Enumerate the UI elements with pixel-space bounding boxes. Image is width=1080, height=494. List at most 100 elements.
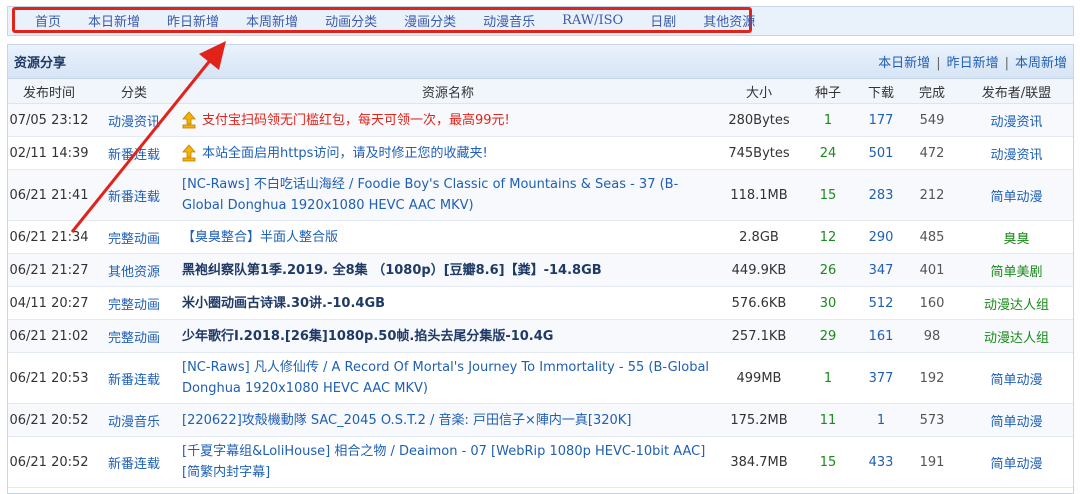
resource-title-link[interactable]: 米小圈动画古诗课.30讲.-10.4GB (178, 286, 718, 320)
cell-downloads[interactable]: 433 (856, 436, 906, 488)
cell-seeds: 1 (800, 352, 856, 404)
cell-size: 745Bytes (718, 136, 800, 170)
cell-seeds: 1 (800, 103, 856, 137)
cell-category[interactable]: 完整动画 (90, 220, 178, 254)
pin-icon (182, 144, 196, 162)
cell-downloads[interactable]: 290 (856, 220, 906, 254)
resource-panel: 资源分享 本日新增 | 昨日新增 | 本周新增 发布时间 分类 资源名称 大小 种子 下… (7, 44, 1074, 494)
cell-seeds: 15 (800, 436, 856, 488)
cell-size: 280Bytes (718, 103, 800, 137)
resource-title-link[interactable]: [220622]攻殻機動隊 SAC_2045 O.S.T.2 / 音楽: 戸田信… (178, 403, 718, 437)
cell-downloads[interactable]: 283 (856, 169, 906, 221)
cell-category[interactable]: 动漫音乐 (90, 403, 178, 437)
cell-time: 06/21 20:52 (8, 403, 90, 437)
link-yesterday[interactable]: 昨日新增 (947, 56, 999, 71)
cell-seeds: 30 (800, 286, 856, 320)
nav-item-today[interactable]: 本日新增 (88, 11, 140, 30)
resource-title-link[interactable]: 本站全面启用https访问，请及时修正您的收藏夹! (202, 146, 488, 161)
cell-time: 07/05 23:12 (8, 103, 90, 137)
resource-title-link[interactable]: 少年歌行I.2018.[26集]1080p.50帧.掐头去尾分集版-10.4G (178, 319, 718, 353)
header-seeds[interactable]: 种子 (800, 79, 856, 104)
nav-item-home[interactable]: 首页 (35, 11, 61, 30)
cell-downloads[interactable]: 161 (856, 319, 906, 353)
cell-publisher[interactable]: 动漫达人组 (958, 319, 1073, 353)
resource-title-link[interactable]: 黑袍纠察队第1季.2019. 全8集 （1080p）[豆瓣8.6]【粪】-14.… (178, 253, 718, 287)
resource-title-link[interactable]: [千夏字幕组&LoliHouse] 相合之物 / Deaimon - 07 [W… (178, 436, 718, 488)
table-row: 06/21 21:02 完整动画 少年歌行I.2018.[26集]1080p.5… (8, 319, 1073, 353)
cell-completed: 192 (906, 352, 958, 404)
cell-title: 支付宝扫码领无门槛红包，每天可领一次，最高99元! (178, 103, 718, 137)
cell-completed: 160 (906, 286, 958, 320)
table-row: 06/21 20:52 动漫音乐 [220622]攻殻機動隊 SAC_2045 … (8, 403, 1073, 437)
resource-title-link[interactable]: [NC-Raws] 不白吃话山海经 / Foodie Boy's Classic… (178, 169, 718, 221)
resource-title-link[interactable]: 【臭臭整合】半面人整合版 (178, 220, 718, 254)
cell-time: 06/21 21:02 (8, 319, 90, 353)
cell-publisher[interactable]: 简单动漫 (958, 352, 1073, 404)
cell-publisher[interactable]: 臭臭 (958, 220, 1073, 254)
cell-time: 06/21 21:27 (8, 253, 90, 287)
nav-item-manga[interactable]: 漫画分类 (404, 11, 456, 30)
cell-category[interactable]: 其他资源 (90, 253, 178, 287)
cell-downloads[interactable]: 501 (856, 136, 906, 170)
cell-category[interactable]: 新番连载 (90, 436, 178, 488)
cell-seeds: 29 (800, 319, 856, 353)
header-size[interactable]: 大小 (718, 79, 800, 104)
cell-publisher[interactable]: 动漫资讯 (958, 136, 1073, 170)
cell-publisher[interactable]: 简单动漫 (958, 169, 1073, 221)
cell-publisher[interactable]: 动漫达人组 (958, 286, 1073, 320)
cell-publisher[interactable]: 简单动漫 (958, 436, 1073, 488)
link-separator: | (936, 56, 941, 71)
cell-time: 06/21 21:34 (8, 220, 90, 254)
nav-item-other[interactable]: 其他资源 (703, 11, 755, 30)
cell-publisher[interactable]: 动漫资讯 (958, 103, 1073, 137)
nav-item-yesterday[interactable]: 昨日新增 (167, 11, 219, 30)
resource-title-link[interactable]: [NC-Raws] 凡人修仙传 / A Record Of Mortal's J… (178, 352, 718, 404)
cell-publisher[interactable]: 简单动漫 (958, 403, 1073, 437)
cell-category[interactable]: 新番连载 (90, 136, 178, 170)
nav-item-week[interactable]: 本周新增 (246, 11, 298, 30)
cell-category[interactable]: 完整动画 (90, 286, 178, 320)
cell-downloads[interactable]: 347 (856, 253, 906, 287)
resource-title-link[interactable]: 支付宝扫码领无门槛红包，每天可领一次，最高99元! (202, 113, 510, 128)
cell-downloads[interactable]: 1 (856, 403, 906, 437)
cell-publisher[interactable]: 简单美剧 (958, 253, 1073, 287)
cell-completed: 549 (906, 103, 958, 137)
table-row: 04/11 20:27 完整动画 米小圈动画古诗课.30讲.-10.4GB 57… (8, 286, 1073, 320)
table-row: 06/21 21:41 新番连载 [NC-Raws] 不白吃话山海经 / Foo… (8, 169, 1073, 221)
header-publisher[interactable]: 发布者/联盟 (958, 79, 1073, 104)
cell-downloads[interactable]: 177 (856, 103, 906, 137)
pin-icon (182, 111, 196, 129)
cell-downloads[interactable]: 512 (856, 286, 906, 320)
cell-completed: 472 (906, 136, 958, 170)
cell-seeds: 24 (800, 136, 856, 170)
nav-item-anime[interactable]: 动画分类 (325, 11, 377, 30)
header-completed[interactable]: 完成 (906, 79, 958, 104)
panel-quick-links: 本日新增 | 昨日新增 | 本周新增 (878, 52, 1067, 71)
cell-size: 118.1MB (718, 169, 800, 221)
table-row: 06/21 21:34 完整动画 【臭臭整合】半面人整合版 2.8GB 12 2… (8, 220, 1073, 254)
cell-title: 本站全面启用https访问，请及时修正您的收藏夹! (178, 136, 718, 170)
nav-item-music[interactable]: 动漫音乐 (483, 11, 535, 30)
cell-downloads[interactable]: 377 (856, 352, 906, 404)
header-time[interactable]: 发布时间 (8, 79, 90, 104)
cell-size: 499MB (718, 352, 800, 404)
header-downloads[interactable]: 下载 (856, 79, 906, 104)
cell-completed: 191 (906, 436, 958, 488)
nav-item-jdrama[interactable]: 日剧 (650, 11, 676, 30)
nav-item-raw-iso[interactable]: RAW/ISO (562, 13, 623, 28)
panel-header: 资源分享 本日新增 | 昨日新增 | 本周新增 (8, 45, 1073, 79)
link-separator: | (1004, 56, 1009, 71)
header-category[interactable]: 分类 (90, 79, 178, 104)
header-name[interactable]: 资源名称 (178, 79, 718, 104)
cell-category[interactable]: 完整动画 (90, 319, 178, 353)
cell-category[interactable]: 动漫资讯 (90, 103, 178, 137)
cell-completed: 573 (906, 403, 958, 437)
link-today[interactable]: 本日新增 (878, 56, 930, 71)
cell-category[interactable]: 新番连载 (90, 352, 178, 404)
cell-completed: 485 (906, 220, 958, 254)
table-header-row: 发布时间 分类 资源名称 大小 种子 下载 完成 发布者/联盟 (8, 79, 1073, 104)
link-week[interactable]: 本周新增 (1015, 56, 1067, 71)
cell-size: 175.2MB (718, 403, 800, 437)
cell-category[interactable]: 新番连载 (90, 169, 178, 221)
table-row: 06/21 20:52 新番连载 [千夏字幕组&LoliHouse] 相合之物 … (8, 436, 1073, 488)
